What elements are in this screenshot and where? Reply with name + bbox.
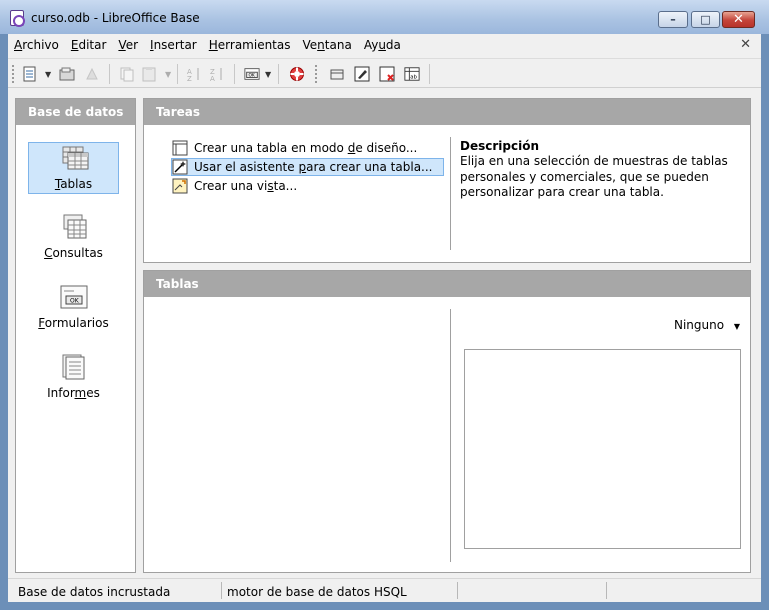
edit-icon[interactable] [354, 66, 370, 82]
tables-divider [450, 309, 451, 562]
paste-dropdown-icon[interactable]: ▼ [165, 70, 171, 79]
svg-text:ab: ab [410, 74, 417, 80]
view-icon [172, 178, 188, 194]
status-embedded-db: Base de datos incrustada [18, 585, 171, 599]
tables-panel-header: Tablas [144, 271, 750, 297]
standard-toolbar: ▼ ▼ AZ ZA OK ▼ ab [8, 58, 761, 88]
forms-icon: OK [60, 285, 88, 309]
save-icon[interactable] [84, 66, 100, 82]
preview-mode-value: Ninguno [674, 318, 725, 332]
maximize-button[interactable]: □ [691, 11, 720, 28]
reports-icon [62, 354, 85, 380]
open-icon[interactable] [59, 66, 75, 82]
task-create-view-label: Crear una vista... [194, 179, 298, 193]
nav-item-informes-label: Informes [47, 386, 100, 400]
nav-item-informes[interactable]: Informes [28, 352, 119, 404]
window-title: curso.odb - LibreOffice Base [31, 11, 200, 25]
status-separator [606, 582, 607, 599]
delete-icon[interactable] [379, 66, 395, 82]
nav-item-consultas[interactable]: Consultas [28, 212, 119, 264]
task-table-wizard-label: Usar el asistente para crear una tabla..… [194, 160, 433, 174]
menu-bar: Archivo Editar Ver Insertar Herramientas… [8, 34, 761, 56]
menu-editar[interactable]: Editar [71, 38, 107, 52]
toolbar-separator [234, 64, 235, 84]
nav-item-consultas-label: Consultas [44, 246, 103, 260]
minimize-icon: – [670, 13, 676, 26]
task-create-view[interactable]: Crear una vista... [172, 177, 297, 195]
table-design-icon [172, 140, 188, 156]
svg-text:OK: OK [70, 298, 80, 305]
toolbar-separator [429, 64, 430, 84]
task-table-wizard[interactable]: Usar el asistente para crear una tabla..… [171, 158, 444, 176]
new-dropdown-icon[interactable]: ▼ [45, 70, 51, 79]
task-create-table-design[interactable]: Crear una tabla en modo de diseño... [172, 139, 417, 157]
nav-item-formularios[interactable]: OK Formularios [28, 282, 119, 334]
menu-ventana[interactable]: Ventana [303, 38, 352, 52]
queries-icon [63, 214, 87, 239]
description-title: Descripción [460, 139, 539, 153]
new-document-icon[interactable] [22, 66, 38, 82]
nav-item-tablas-label: Tablas [54, 177, 93, 191]
tasks-panel: Tareas Crear una tabla en modo de diseño… [143, 98, 751, 263]
status-bar: Base de datos incrustada motor de base d… [8, 578, 761, 602]
menu-ver[interactable]: Ver [118, 38, 138, 52]
minimize-button[interactable]: – [658, 11, 688, 28]
client-area: Archivo Editar Ver Insertar Herramientas… [8, 34, 761, 602]
maximize-icon: □ [700, 13, 711, 26]
status-db-engine: motor de base de datos HSQL [227, 585, 407, 599]
preview-mode-dropdown[interactable]: Ninguno ▼ [674, 318, 740, 332]
tables-icon [62, 146, 89, 170]
help-lifebuoy-icon[interactable] [289, 66, 305, 82]
copy-icon[interactable] [119, 66, 135, 82]
nav-item-tablas[interactable]: Tablas [28, 142, 119, 194]
task-create-table-design-label: Crear una tabla en modo de diseño... [194, 141, 418, 155]
svg-text:A: A [210, 75, 215, 82]
status-separator [221, 582, 222, 599]
form-icon[interactable]: OK [244, 66, 260, 82]
paste-icon[interactable] [141, 66, 157, 82]
svg-text:OK: OK [248, 73, 254, 79]
menu-herramientas[interactable]: Herramientas [209, 38, 291, 52]
toolbar-grip[interactable] [12, 65, 14, 83]
database-panel-header: Base de datos [16, 99, 135, 125]
tables-panel: Tablas Ninguno ▼ [143, 270, 751, 573]
app-window: curso.odb - LibreOffice Base – □ ✕ Archi… [0, 0, 769, 610]
status-separator [457, 582, 458, 599]
tasks-divider [450, 137, 451, 250]
description-text: Elija en una selección de muestras de ta… [460, 154, 728, 199]
nav-item-formularios-label: Formularios [38, 316, 109, 330]
form-dropdown-icon[interactable]: ▼ [265, 70, 271, 79]
libreoffice-base-icon [10, 10, 25, 27]
toolbar-separator [177, 64, 178, 84]
svg-text:Z: Z [187, 75, 192, 82]
tasks-panel-header: Tareas [144, 99, 750, 125]
title-bar[interactable]: curso.odb - LibreOffice Base – □ ✕ [0, 0, 769, 34]
close-document-icon[interactable]: ✕ [740, 37, 751, 52]
menu-ayuda[interactable]: Ayuda [364, 38, 401, 52]
menu-archivo[interactable]: Archivo [14, 38, 59, 52]
close-icon: ✕ [733, 12, 744, 27]
toolbar-separator [278, 64, 279, 84]
wizard-icon [172, 159, 188, 175]
toolbar-separator [109, 64, 110, 84]
sort-descending-icon[interactable]: ZA [209, 66, 225, 82]
close-button[interactable]: ✕ [722, 11, 755, 28]
chevron-down-icon: ▼ [733, 322, 741, 331]
open-database-object-icon[interactable] [329, 66, 345, 82]
menu-insertar[interactable]: Insertar [150, 38, 197, 52]
toolbar-grip[interactable] [315, 65, 317, 83]
database-panel: Base de datos Tablas Consultas OK Formul… [15, 98, 136, 573]
rename-icon[interactable]: ab [404, 66, 420, 82]
preview-area [464, 349, 741, 549]
sort-ascending-icon[interactable]: AZ [186, 66, 202, 82]
